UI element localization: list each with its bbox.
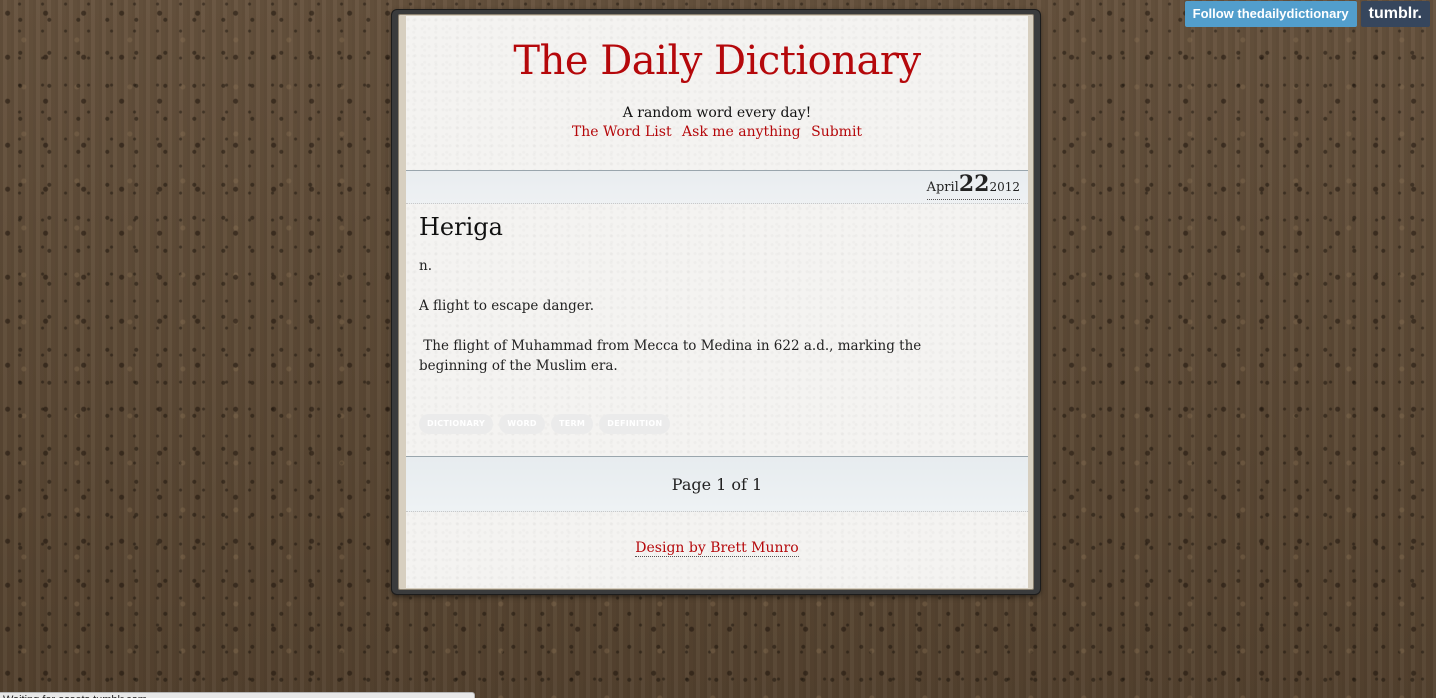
post-title: Heriga — [419, 213, 503, 241]
post: Heriga n. A flight to escape danger. The… — [419, 212, 1009, 434]
follow-button[interactable]: Follow thedailydictionary — [1184, 1, 1357, 27]
site-title[interactable]: The Daily Dictionary — [406, 38, 1028, 84]
nav-link-ask[interactable]: Ask me anything — [682, 124, 801, 140]
post-date[interactable]: April222012 — [926, 171, 1020, 200]
pagination-text: Page 1 of 1 — [671, 475, 763, 494]
content-paper: The Daily Dictionary A random word every… — [406, 16, 1028, 588]
definition-1: A flight to escape danger. — [419, 298, 594, 314]
design-credit-link[interactable]: Design by Brett Munro — [635, 540, 799, 557]
tag-dictionary[interactable]: dictionary — [419, 414, 494, 434]
tag-definition[interactable]: definition — [599, 414, 671, 434]
post-date-year: 2012 — [989, 180, 1020, 194]
tumblr-logo[interactable]: tumblr. — [1360, 1, 1430, 27]
site-nav: The Word List Ask me anything Submit — [406, 124, 1028, 140]
site-header: The Daily Dictionary A random word every… — [406, 16, 1028, 170]
site-tagline: A random word every day! — [622, 105, 812, 121]
definition-2: The flight of Muhammad from Mecca to Med… — [419, 338, 926, 374]
post-date-bar: April222012 — [406, 170, 1028, 204]
design-credit: Design by Brett Munro — [406, 540, 1028, 557]
tumblr-controls: Follow thedailydictionary tumblr. — [1184, 1, 1430, 27]
browser-status-bar: Waiting for assets.tumblr.com... — [0, 692, 475, 698]
post-date-day: 22 — [958, 171, 990, 197]
post-date-month: April — [926, 180, 959, 195]
nav-link-word-list[interactable]: The Word List — [572, 124, 672, 140]
tag-term[interactable]: term — [550, 414, 594, 434]
post-tags: dictionary word term definition — [419, 411, 671, 434]
part-of-speech: n. — [419, 258, 432, 274]
pagination-bar: Page 1 of 1 — [406, 456, 1028, 512]
nav-link-submit[interactable]: Submit — [811, 124, 862, 140]
tag-word[interactable]: word — [499, 414, 545, 434]
